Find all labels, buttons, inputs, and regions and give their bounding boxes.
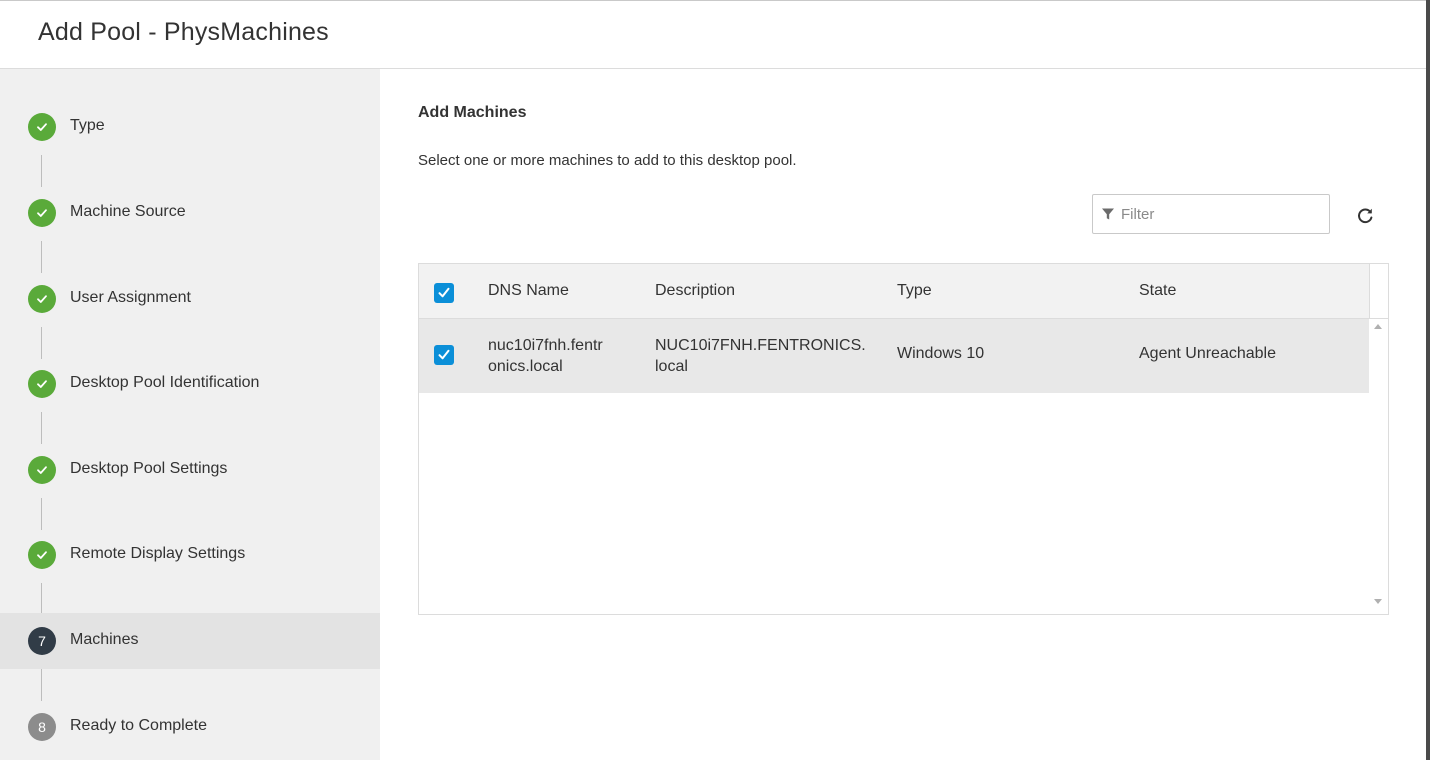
step-number-badge: 7 (28, 627, 56, 655)
check-icon (438, 349, 450, 360)
check-circle-icon (28, 199, 56, 227)
check-icon (438, 287, 450, 298)
cell-dns-name-line: onics.local (488, 358, 563, 375)
cell-state: Agent Unreachable (1139, 345, 1276, 362)
filter-icon (1102, 208, 1114, 220)
cell-dns-name-line: nuc10i7fnh.fentr (488, 337, 603, 354)
check-circle-icon (28, 456, 56, 484)
section-title: Add Machines (418, 104, 527, 121)
table-row[interactable]: nuc10i7fnh.fentr onics.local NUC10i7FNH.… (419, 319, 1369, 393)
dialog-header: Add Pool - PhysMachines (0, 1, 1426, 69)
step-machines[interactable]: 7 Machines (0, 613, 380, 669)
cell-type: Windows 10 (897, 345, 985, 362)
window-edge (1426, 0, 1430, 760)
column-header-description[interactable]: Description (655, 282, 735, 300)
step-label: User Assignment (70, 289, 191, 306)
step-user-assignment[interactable]: User Assignment (0, 271, 380, 327)
add-pool-dialog: Add Pool - PhysMachines Type Machine Sou… (0, 0, 1426, 760)
check-circle-icon (28, 113, 56, 141)
check-circle-icon (28, 541, 56, 569)
cell-dns-name: nuc10i7fnh.fentr onics.local (488, 335, 603, 377)
row-checkbox[interactable] (434, 345, 454, 365)
section-description: Select one or more machines to add to th… (418, 152, 797, 169)
scroll-down-arrow-icon[interactable] (1374, 599, 1382, 604)
step-label: Desktop Pool Identification (70, 374, 260, 391)
step-ready-to-complete[interactable]: 8 Ready to Complete (0, 699, 380, 755)
header-scroll-gutter (1369, 264, 1388, 319)
wizard-steps-sidebar: Type Machine Source User Assignment Desk… (0, 69, 380, 760)
table-scrollbar[interactable] (1369, 319, 1388, 614)
filter-box[interactable] (1092, 194, 1330, 234)
step-remote-display-settings[interactable]: Remote Display Settings (0, 527, 380, 583)
cell-description-line: local (655, 358, 688, 375)
step-label: Desktop Pool Settings (70, 460, 228, 477)
select-all-checkbox[interactable] (434, 283, 454, 303)
column-header-state[interactable]: State (1139, 282, 1176, 300)
step-label: Type (70, 117, 105, 134)
step-connector (41, 498, 42, 530)
column-header-dns-name[interactable]: DNS Name (488, 282, 569, 300)
scroll-up-arrow-icon[interactable] (1374, 324, 1382, 329)
step-connector (41, 583, 42, 615)
step-label: Machines (70, 631, 139, 648)
step-connector (41, 327, 42, 359)
cell-description: NUC10i7FNH.FENTRONICS. local (655, 335, 866, 377)
table-header: DNS Name Description Type State (419, 264, 1369, 319)
step-label: Machine Source (70, 203, 186, 220)
dialog-title: Add Pool - PhysMachines (38, 18, 329, 46)
main-content: Add Machines Select one or more machines… (380, 69, 1426, 760)
column-header-type[interactable]: Type (897, 282, 932, 300)
step-type[interactable]: Type (0, 99, 380, 155)
step-label: Remote Display Settings (70, 545, 246, 562)
filter-input[interactable] (1121, 197, 1321, 231)
step-number-badge: 8 (28, 713, 56, 741)
step-desktop-pool-settings[interactable]: Desktop Pool Settings (0, 442, 380, 498)
refresh-icon[interactable] (1355, 206, 1375, 226)
step-connector (41, 669, 42, 701)
step-connector (41, 412, 42, 444)
step-connector (41, 155, 42, 187)
machines-table: DNS Name Description Type State nuc10i7f… (418, 263, 1389, 615)
cell-description-line: NUC10i7FNH.FENTRONICS. (655, 337, 866, 354)
check-circle-icon (28, 285, 56, 313)
step-label: Ready to Complete (70, 717, 207, 734)
step-machine-source[interactable]: Machine Source (0, 185, 380, 241)
step-connector (41, 241, 42, 273)
step-desktop-pool-identification[interactable]: Desktop Pool Identification (0, 356, 380, 412)
check-circle-icon (28, 370, 56, 398)
